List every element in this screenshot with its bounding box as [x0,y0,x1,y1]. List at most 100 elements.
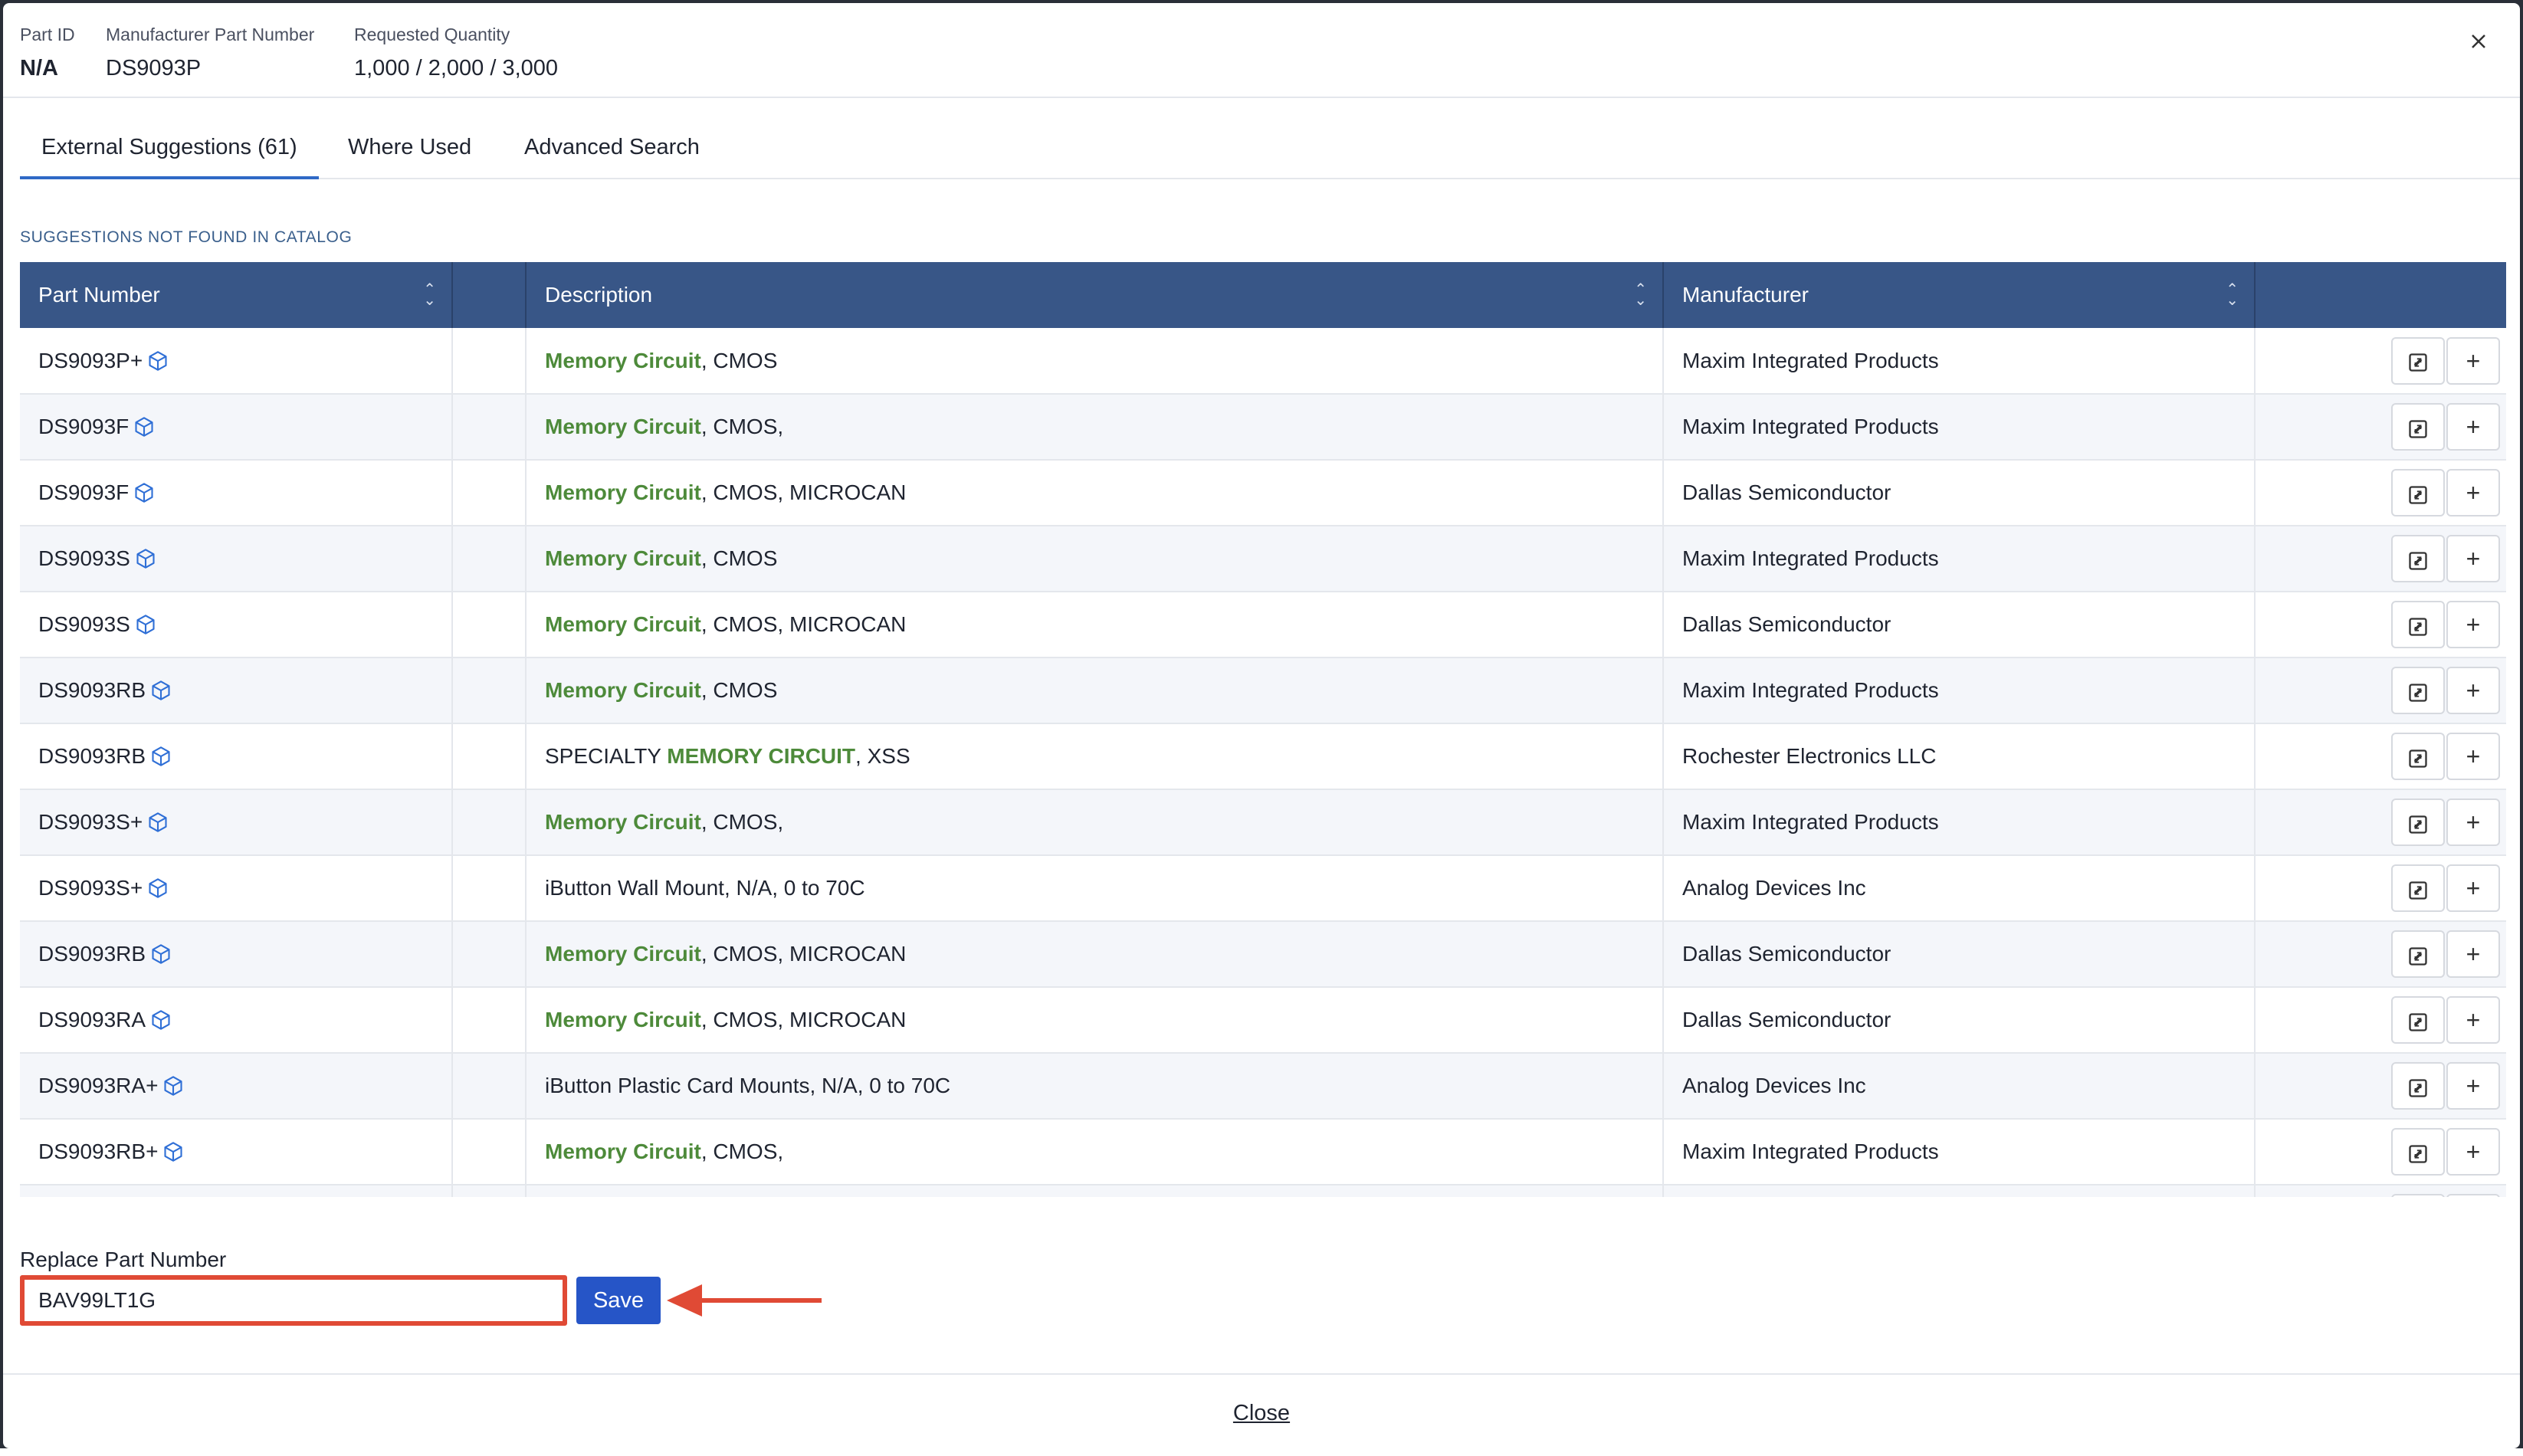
plus-icon[interactable]: + [2446,733,2500,780]
description-cell: Memory Circuit, CMOS [526,657,1664,724]
table-row[interactable]: DS9093F Memory Circuit, CMOS, Maxim Integr… [20,394,2506,461]
tab-external-suggestions[interactable]: External Suggestions (61) [20,98,319,179]
plus-icon[interactable]: + [2446,930,2500,978]
part-number-cell: DS9093RB+ [20,1119,453,1185]
sort-icon[interactable]: ⌃ ⌄ [2226,282,2239,308]
replace-icon[interactable] [2391,403,2445,451]
table-row[interactable]: DS9093RA Memory Circuit, CMOS, MICROCAN Da… [20,987,2506,1054]
cube-icon[interactable] [135,548,156,569]
plus-icon[interactable]: + [2446,403,2500,451]
actions-cell: + [2255,987,2506,1054]
manufacturer-cell: Dallas Semiconductor [1663,921,2256,988]
plus-icon[interactable]: + [2446,1194,2500,1197]
mpn-label: Manufacturer Part Number [106,25,315,44]
plus-icon[interactable]: + [2446,469,2500,516]
description-cell: Memory Circuit, CMOS, [526,394,1664,461]
blank-cell [452,855,527,922]
replace-icon[interactable] [2391,733,2445,780]
column-header-description[interactable]: Description ⌃ ⌄ [526,262,1664,328]
column-header-manufacturer[interactable]: Manufacturer ⌃ ⌄ [1663,262,2256,328]
table-row[interactable]: DS9093S Memory Circuit, CMOS, MICROCAN Dal… [20,592,2506,658]
cube-icon[interactable] [147,350,169,372]
cube-icon[interactable] [147,812,169,833]
manufacturer-cell: Maxim Integrated Products [1663,526,2256,592]
replace-icon[interactable] [2391,336,2445,385]
blank-cell [452,328,527,395]
manufacturer-cell: Maxim Integrated Products [1663,394,2256,461]
replace-icon[interactable] [2391,799,2445,846]
cube-icon[interactable] [150,1009,172,1031]
close-icon[interactable] [2463,26,2494,57]
replace-part-label: Replace Part Number [20,1248,227,1271]
quantity-label: Requested Quantity [354,25,510,44]
replace-icon[interactable] [2391,1062,2445,1110]
part-number-cell: DS9093RB [20,723,453,790]
table-row[interactable]: DS9093RB Memory Circuit, CMOS Maxim Integr… [20,657,2506,724]
description-cell: Memory Circuit, CMOS, [526,789,1664,856]
cube-icon[interactable] [133,482,155,503]
manufacturer-cell: Maxim Integrated Products [1663,1119,2256,1185]
plus-icon[interactable]: + [2446,601,2500,648]
table-row[interactable]: + [20,1185,2506,1197]
quantity-value: 1,000 / 2,000 / 3,000 [354,56,559,80]
replace-part-input[interactable] [20,1275,567,1326]
table-row[interactable]: DS9093S+ iButton Wall Mount, N/A, 0 to 70… [20,855,2506,922]
cube-icon[interactable] [150,680,172,701]
description-highlight: Memory Circuit [545,1008,701,1031]
replace-icon[interactable] [2391,996,2445,1044]
save-button[interactable]: Save [576,1277,661,1324]
replace-icon[interactable] [2391,930,2445,978]
plus-icon[interactable]: + [2446,1128,2500,1176]
table-row[interactable]: DS9093P+ Memory Circuit, CMOS Maxim Integr… [20,328,2506,395]
tab-advanced-search[interactable]: Advanced Search [503,98,721,179]
cube-icon[interactable] [135,614,156,635]
description-rest: , CMOS [700,348,778,372]
description-cell: iButton Plastic Card Mounts, N/A, 0 to 7… [526,1053,1664,1120]
replace-icon[interactable] [2391,469,2445,516]
replace-icon[interactable] [2391,1128,2445,1176]
cube-icon[interactable] [162,1141,184,1163]
description-rest: , XSS [855,744,910,768]
table-row[interactable]: DS9093F Memory Circuit, CMOS, MICROCAN Dal… [20,460,2506,526]
column-header-blank [452,262,527,328]
replace-icon[interactable] [2391,601,2445,648]
replace-icon[interactable] [2391,667,2445,714]
plus-icon[interactable]: + [2446,535,2500,582]
part-number: DS9093S+ [38,876,143,900]
plus-icon[interactable]: + [2446,864,2500,912]
part-id-label: Part ID [20,25,75,44]
column-header-part-number[interactable]: Part Number ⌃ ⌄ [20,262,453,328]
footer-divider [3,1373,2520,1375]
plus-icon[interactable]: + [2446,799,2500,846]
plus-icon[interactable]: + [2446,336,2500,385]
table-row[interactable]: DS9093RB+ Memory Circuit, CMOS, Maxim Inte… [20,1119,2506,1185]
table-row[interactable]: DS9093S+ Memory Circuit, CMOS, Maxim Integ… [20,789,2506,856]
footer-close-link[interactable]: Close [3,1401,2520,1426]
replace-icon[interactable] [2391,1194,2445,1197]
part-number-cell: DS9093S+ [20,855,453,922]
actions-cell: + [2255,526,2506,592]
table-row[interactable]: DS9093RA+ iButton Plastic Card Mounts, N/… [20,1053,2506,1120]
cube-icon[interactable] [133,416,155,438]
cube-icon[interactable] [162,1075,184,1097]
description-highlight: Memory Circuit [545,942,701,966]
cube-icon[interactable] [150,943,172,965]
cube-icon[interactable] [150,746,172,767]
replace-icon[interactable] [2391,535,2445,582]
sort-icon[interactable]: ⌃ ⌄ [423,282,436,308]
table-row[interactable]: DS9093S Memory Circuit, CMOS Maxim Integra… [20,526,2506,592]
cube-icon[interactable] [147,877,169,899]
plus-icon[interactable]: + [2446,996,2500,1044]
tab-where-used[interactable]: Where Used [326,98,493,179]
blank-cell [452,394,527,461]
plus-icon[interactable]: + [2446,1062,2500,1110]
replace-icon[interactable] [2391,864,2445,912]
description-rest: , CMOS, MICROCAN [700,1008,907,1031]
plus-icon[interactable]: + [2446,667,2500,714]
description-cell: Memory Circuit, CMOS, MICROCAN [526,921,1664,988]
table-row[interactable]: DS9093RB SPECIALTY MEMORY CIRCUIT, XSS Roc… [20,723,2506,790]
suggestions-table-wrap[interactable]: Part Number ⌃ ⌄ Description ⌃ ⌄ Manufactur… [20,262,2506,1197]
sort-icon[interactable]: ⌃ ⌄ [1634,282,1647,308]
blank-cell [452,526,527,592]
table-row[interactable]: DS9093RB Memory Circuit, CMOS, MICROCAN Da… [20,921,2506,988]
